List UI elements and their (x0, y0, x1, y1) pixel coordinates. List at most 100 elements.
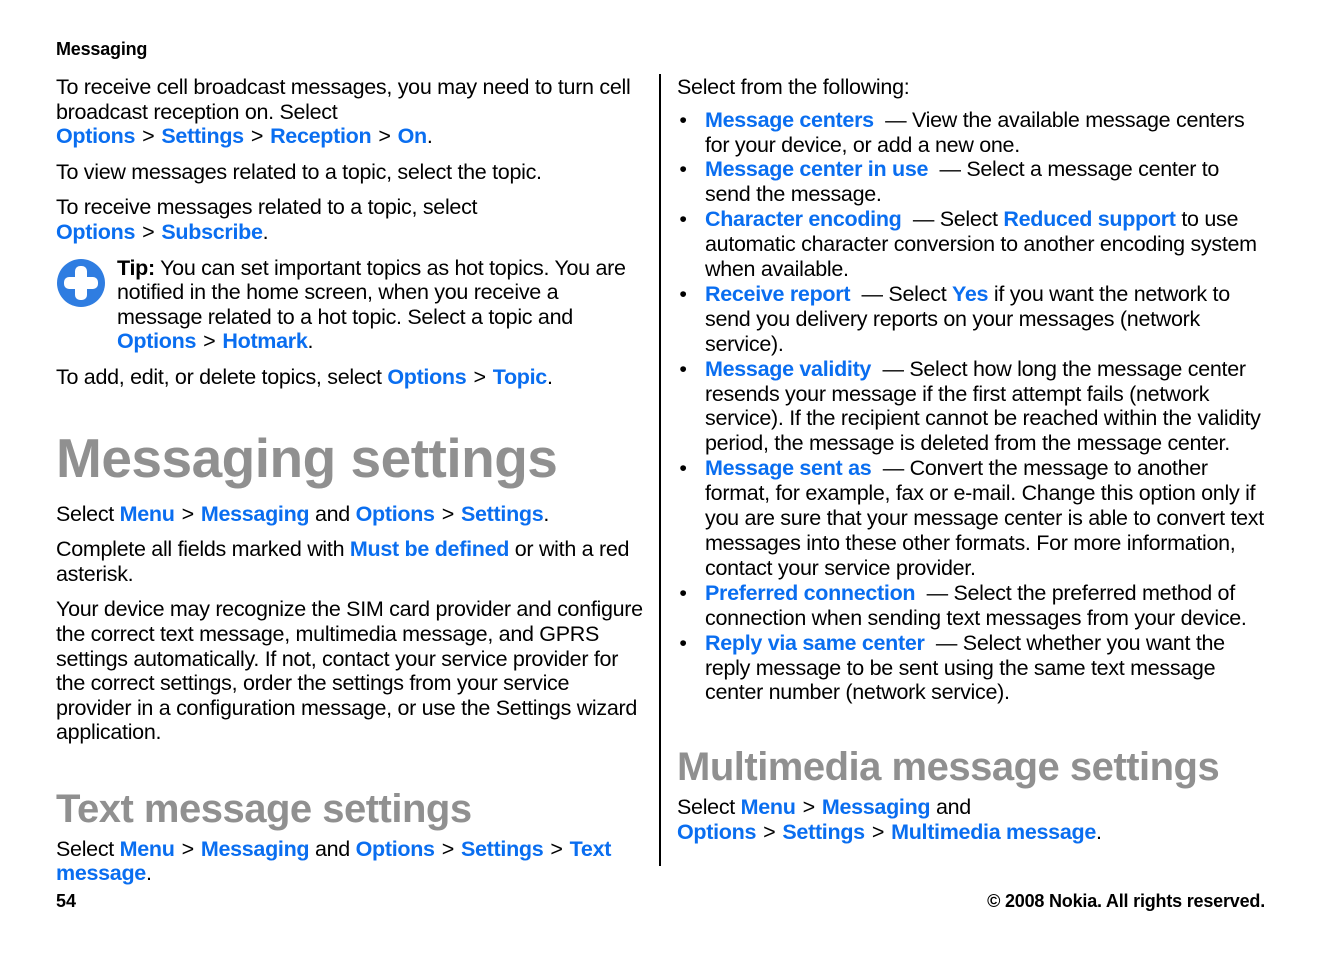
sim-provider-paragraph: Your device may recognize the SIM card p… (56, 597, 643, 745)
multimedia-message-settings-path: Select Menu > Messaging and Options > Settin… (677, 795, 1267, 844)
text: . (262, 219, 269, 244)
text-message-settings-heading: Text message settings (56, 786, 472, 831)
tip-text: Tip: You can set important topics as hot… (117, 256, 646, 354)
list-item-preferred-connection: • Preferred connection — Select the prefe… (677, 581, 1267, 631)
tip-label: Tip: (117, 255, 155, 280)
text: To receive cell broadcast messages, you … (56, 75, 631, 124)
topic-paragraph: To add, edit, or delete topics, select O… (56, 365, 646, 390)
options-intro: Select from the following: (677, 75, 910, 99)
link-messaging[interactable]: Messaging (201, 502, 310, 526)
page-number: 54 (56, 891, 77, 911)
list-item-receive-report: • Receive report — Select Yes if you want… (677, 282, 1267, 357)
list-item-reply-via-same-center: • Reply via same center — Select whether … (677, 631, 1267, 706)
text: You can set important topics as hot topi… (117, 255, 626, 329)
cell-broadcast-paragraph: To receive cell broadcast messages, you … (56, 75, 646, 149)
separator: > (378, 124, 391, 149)
text: and (930, 795, 971, 820)
bullet: • (679, 107, 687, 132)
link-options[interactable]: Options (117, 329, 196, 353)
item-description: — Select (901, 207, 1004, 232)
text: Select (56, 836, 120, 861)
text: . (1095, 819, 1102, 844)
list-item-message-center-in-use: • Message center in use — Select a messag… (677, 157, 1267, 207)
text: . (426, 124, 433, 149)
link-options[interactable]: Options (56, 124, 135, 148)
text: Select (56, 501, 120, 526)
link-hotmark[interactable]: Hotmark (222, 329, 307, 353)
subscribe-paragraph: To receive messages related to a topic, … (56, 195, 646, 244)
bullet: • (679, 157, 687, 182)
link-must-be-defined[interactable]: Must be defined (350, 537, 509, 561)
link-messaging[interactable]: Messaging (822, 795, 931, 819)
link-yes[interactable]: Yes (952, 282, 988, 306)
messaging-settings-path: Select Menu > Messaging and Options > Settin… (56, 502, 646, 527)
link-multimedia-message[interactable]: Multimedia message (891, 820, 1096, 844)
copyright-notice: © 2008 Nokia. All rights reserved. (987, 891, 1265, 911)
separator: > (203, 329, 216, 354)
link-receive-report[interactable]: Receive report (705, 282, 850, 306)
separator: > (181, 836, 195, 861)
text: and (309, 836, 356, 861)
text: . (546, 364, 553, 389)
link-settings[interactable]: Settings (461, 502, 544, 526)
bullet: • (679, 281, 687, 306)
text: . (145, 861, 152, 886)
bullet: • (679, 580, 687, 605)
item-description: — Select (850, 281, 953, 306)
plus-circle-icon (57, 258, 105, 307)
link-message-sent-as[interactable]: Message sent as (705, 456, 872, 480)
must-be-defined-paragraph: Complete all fields marked with Must be … (56, 537, 646, 586)
list-item-message-validity: • Message validity — Select how long the … (677, 357, 1267, 457)
link-topic[interactable]: Topic (493, 365, 548, 389)
messaging-settings-heading: Messaging settings (56, 426, 558, 489)
link-on[interactable]: On (398, 124, 428, 148)
link-menu[interactable]: Menu (741, 795, 796, 819)
text: To add, edit, or delete topics, select (56, 364, 388, 389)
link-reduced-support[interactable]: Reduced support (1003, 207, 1176, 231)
text: . (307, 329, 314, 354)
link-settings[interactable]: Settings (782, 820, 865, 844)
list-item-character-encoding: • Character encoding — Select Reduced sup… (677, 207, 1267, 282)
bullet: • (679, 356, 687, 381)
separator: > (181, 501, 195, 526)
text: . (543, 501, 550, 526)
link-options[interactable]: Options (677, 820, 756, 844)
link-message-centers[interactable]: Message centers (705, 108, 874, 132)
text: and (309, 501, 356, 526)
link-options[interactable]: Options (356, 502, 435, 526)
separator: > (802, 795, 816, 820)
separator: > (441, 836, 455, 861)
link-subscribe[interactable]: Subscribe (161, 220, 263, 244)
link-menu[interactable]: Menu (120, 502, 175, 526)
text: Complete all fields marked with (56, 537, 350, 562)
bullet: • (679, 456, 687, 481)
link-options[interactable]: Options (356, 837, 435, 861)
left-column: To receive cell broadcast messages, you … (56, 75, 646, 886)
link-character-encoding[interactable]: Character encoding (705, 207, 902, 231)
settings-options-list: • Message centers — View the available me… (677, 108, 1267, 706)
link-options[interactable]: Options (56, 220, 135, 244)
list-item-message-sent-as: • Message sent as — Convert the message t… (677, 456, 1267, 581)
separator: > (142, 219, 155, 244)
right-column: Select from the following: • Message cent… (677, 75, 1267, 845)
separator: > (550, 836, 563, 861)
bullet: • (679, 630, 687, 655)
link-preferred-connection[interactable]: Preferred connection (705, 581, 916, 605)
link-message-center-in-use[interactable]: Message center in use (705, 157, 928, 181)
link-reply-via-same-center[interactable]: Reply via same center (705, 631, 925, 655)
separator: > (441, 501, 455, 526)
separator: > (763, 819, 776, 844)
link-menu[interactable]: Menu (120, 837, 175, 861)
link-options[interactable]: Options (387, 365, 466, 389)
tip-box: Tip: You can set important topics as hot… (56, 256, 646, 354)
link-settings[interactable]: Settings (461, 837, 544, 861)
separator: > (871, 819, 885, 844)
list-item-message-centers: • Message centers — View the available me… (677, 108, 1267, 158)
link-messaging[interactable]: Messaging (201, 837, 310, 861)
column-divider (659, 74, 661, 866)
link-reception[interactable]: Reception (270, 124, 372, 148)
view-topic-paragraph: To view messages related to a topic, sel… (56, 159, 542, 184)
link-message-validity[interactable]: Message validity (705, 357, 871, 381)
link-settings[interactable]: Settings (161, 124, 244, 148)
text-message-settings-path: Select Menu > Messaging and Options > Settin… (56, 837, 646, 886)
